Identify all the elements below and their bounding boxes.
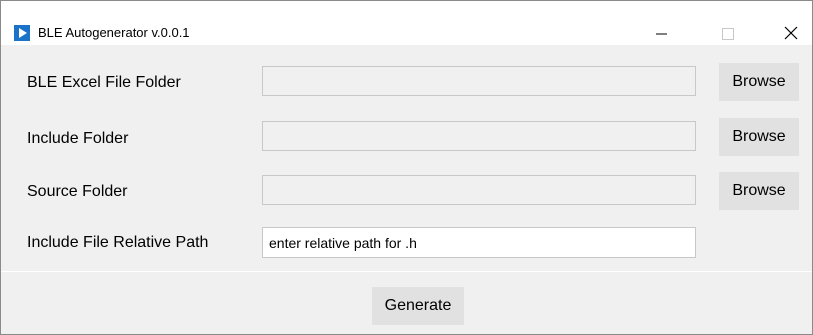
maximize-button[interactable]: [708, 13, 748, 45]
include-folder-label: Include Folder: [27, 130, 129, 147]
include-folder-field[interactable]: [262, 121, 696, 151]
close-icon: [784, 26, 798, 40]
close-button[interactable]: [771, 13, 811, 45]
generate-button[interactable]: Generate: [372, 287, 464, 325]
window-title: BLE Autogenerator v.0.0.1: [38, 25, 190, 40]
excel-folder-field[interactable]: [262, 66, 696, 96]
footer-bar: Generate: [1, 272, 812, 334]
source-folder-label: Source Folder: [27, 183, 128, 200]
title-bar[interactable]: BLE Autogenerator v.0.0.1: [1, 1, 812, 45]
minimize-button[interactable]: [641, 13, 681, 45]
play-triangle-icon: [14, 25, 30, 41]
include-folder-browse-button[interactable]: Browse: [719, 118, 799, 156]
relative-path-label: Include File Relative Path: [27, 234, 209, 251]
relative-path-input[interactable]: [262, 227, 696, 258]
source-folder-browse-button[interactable]: Browse: [719, 172, 799, 210]
maximize-icon: [722, 28, 734, 40]
excel-folder-browse-button[interactable]: Browse: [719, 63, 799, 101]
minimize-icon: [656, 33, 667, 35]
app-window: BLE Autogenerator v.0.0.1 BLE Excel File…: [0, 0, 813, 335]
excel-folder-label: BLE Excel File Folder: [27, 74, 181, 91]
form-area: BLE Excel File Folder Browse Include Fol…: [1, 45, 812, 334]
source-folder-field[interactable]: [262, 175, 696, 205]
